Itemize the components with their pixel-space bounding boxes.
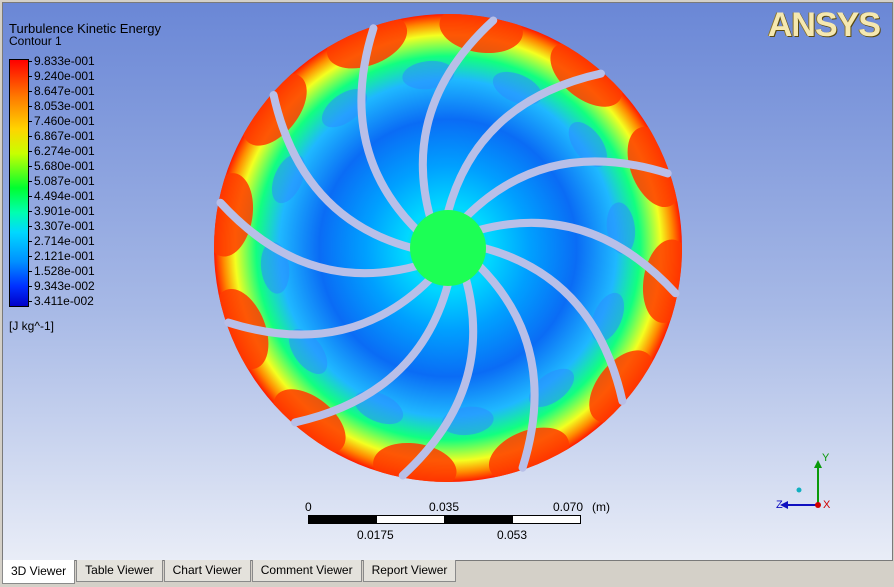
axis-triad: Y Z X	[776, 452, 831, 511]
scale-label-035: 0.035	[429, 500, 460, 514]
scale-unit: (m)	[592, 500, 610, 514]
tab-chart-viewer[interactable]: Chart Viewer	[163, 560, 251, 582]
scale-segment-1	[308, 515, 377, 524]
scale-label-070: 0.070	[553, 500, 584, 514]
axis-x-label: X	[823, 499, 831, 511]
tab-report-viewer[interactable]: Report Viewer	[362, 560, 457, 582]
contour-plot[interactable]	[3, 3, 892, 560]
tab-comment-viewer[interactable]: Comment Viewer	[251, 560, 362, 582]
scale-label-053: 0.053	[497, 528, 528, 542]
scale-segment-3	[444, 515, 513, 524]
scale-label-0: 0	[305, 500, 312, 514]
scale-label-0175: 0.0175	[357, 528, 394, 542]
scale-segment-4	[512, 515, 581, 524]
axis-y-label: Y	[822, 452, 830, 464]
tab-3d-viewer[interactable]: 3D Viewer	[2, 560, 76, 584]
3d-viewport[interactable]: Turbulence Kinetic Energy Contour 1 9.83…	[2, 2, 893, 561]
tab-table-viewer[interactable]: Table Viewer	[76, 560, 163, 582]
hub	[410, 210, 486, 286]
viewer-tabs: 3D Viewer Table Viewer Chart Viewer Comm…	[2, 560, 457, 584]
scale-segment-2	[376, 515, 445, 524]
axis-z-label: Z	[776, 499, 783, 511]
